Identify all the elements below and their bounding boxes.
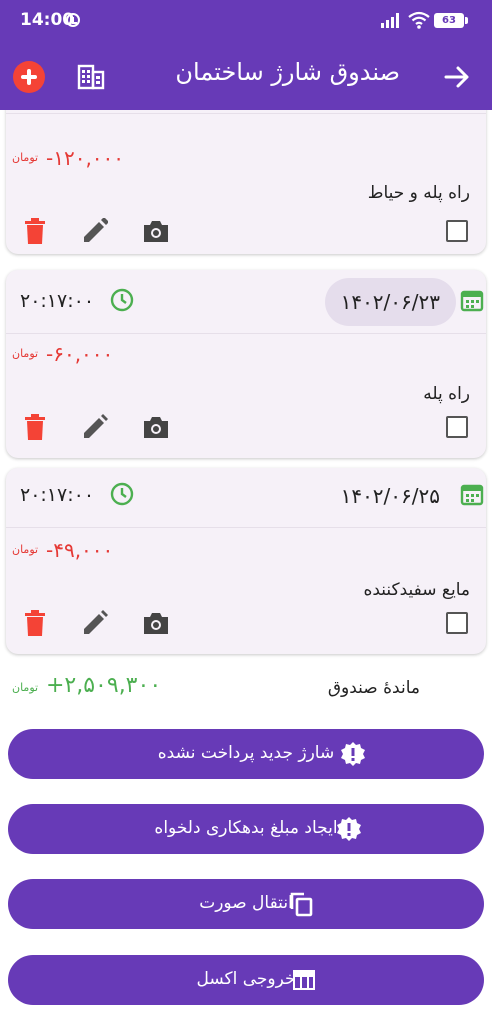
card-header: ۱۴۰۲/۰۶/۲۳ ۲۰:۱۷:۰۰ <box>6 270 486 334</box>
description-text: مایع سفیدکننده <box>363 580 470 600</box>
add-button[interactable] <box>13 61 45 93</box>
delete-icon[interactable] <box>24 218 46 244</box>
page-title: صندوق شارژ ساختمان <box>175 58 400 86</box>
camera-icon[interactable] <box>142 414 170 440</box>
description-text: راه پله <box>423 384 470 404</box>
signal-icon <box>381 13 399 28</box>
alert-badge-icon <box>341 742 365 766</box>
amount-value: -۱۲۰,۰۰۰ <box>46 146 125 170</box>
transfer-statement-button[interactable]: انتقال صورت <box>8 879 484 929</box>
select-checkbox[interactable] <box>446 612 468 634</box>
clock-icon <box>110 288 134 312</box>
top-bar: 14:00 63 صندوق شارژ ساختمان <box>0 0 492 110</box>
balance-amount: +۲,۵۰۹,۳۰۰ <box>46 673 162 698</box>
camera-icon[interactable] <box>142 610 170 636</box>
delete-icon[interactable] <box>24 610 46 636</box>
amount-value: -۶۰,۰۰۰ <box>46 342 114 366</box>
edit-icon[interactable] <box>82 610 108 636</box>
calendar-icon <box>460 290 484 312</box>
calendar-icon <box>460 484 484 506</box>
amount-unit: تومان <box>12 151 39 164</box>
alert-badge-icon <box>337 817 361 841</box>
create-custom-debt-button[interactable]: ایجاد مبلغ بدهکاری دلخواه <box>8 804 484 854</box>
arrow-forward-icon[interactable] <box>440 60 474 94</box>
button-label: خروجی اکسل <box>196 969 296 989</box>
balance-unit: تومان <box>12 681 39 694</box>
date-chip[interactable]: ۱۴۰۲/۰۶/۲۳ <box>324 278 456 326</box>
button-label: شارژ جدید پرداخت نشده <box>157 743 335 763</box>
card-header: ۱۴۰۲/۰۶/۲۵ ۲۰:۱۷:۰۰ <box>6 468 486 528</box>
battery-indicator: 63 <box>434 13 468 28</box>
building-icon[interactable] <box>76 62 106 92</box>
wifi-icon <box>408 11 430 29</box>
status-bar: 14:00 63 <box>0 0 492 40</box>
edit-icon[interactable] <box>82 414 108 440</box>
button-label: ایجاد مبلغ بدهکاری دلخواه <box>154 818 338 838</box>
edit-icon[interactable] <box>82 218 108 244</box>
new-unpaid-charge-button[interactable]: شارژ جدید پرداخت نشده <box>8 729 484 779</box>
button-label: انتقال صورت <box>199 893 293 913</box>
card-header <box>6 110 486 114</box>
balance-label: ماندهٔ صندوق <box>327 678 420 698</box>
amount-unit: تومان <box>12 347 39 360</box>
select-checkbox[interactable] <box>446 416 468 438</box>
time-text: ۲۰:۱۷:۰۰ <box>20 290 95 312</box>
copy-icon <box>290 892 313 917</box>
delete-icon[interactable] <box>24 414 46 440</box>
time-text: ۲۰:۱۷:۰۰ <box>20 484 95 506</box>
transaction-card[interactable]: ۱۴۰۲/۰۶/۲۵ ۲۰:۱۷:۰۰ -۴۹,۰۰۰ تومان مایع س… <box>6 468 486 654</box>
date-chip[interactable]: ۱۴۰۲/۰۶/۲۵ <box>325 472 456 520</box>
alarm-icon <box>66 13 80 27</box>
camera-icon[interactable] <box>142 218 170 244</box>
table-icon <box>293 970 315 990</box>
transaction-card[interactable]: -۱۲۰,۰۰۰ تومان راه پله و حیاط <box>6 110 486 254</box>
select-checkbox[interactable] <box>446 220 468 242</box>
transaction-card[interactable]: ۱۴۰۲/۰۶/۲۳ ۲۰:۱۷:۰۰ -۶۰,۰۰۰ تومان راه پل… <box>6 270 486 458</box>
description-text: راه پله و حیاط <box>367 183 470 203</box>
clock-icon <box>110 482 134 506</box>
amount-value: -۴۹,۰۰۰ <box>46 538 114 562</box>
excel-export-button[interactable]: خروجی اکسل <box>8 955 484 1005</box>
transaction-list[interactable]: -۱۲۰,۰۰۰ تومان راه پله و حیاط ۱۴۰۲/۰۶/۲۳ <box>0 110 492 670</box>
amount-unit: تومان <box>12 543 39 556</box>
